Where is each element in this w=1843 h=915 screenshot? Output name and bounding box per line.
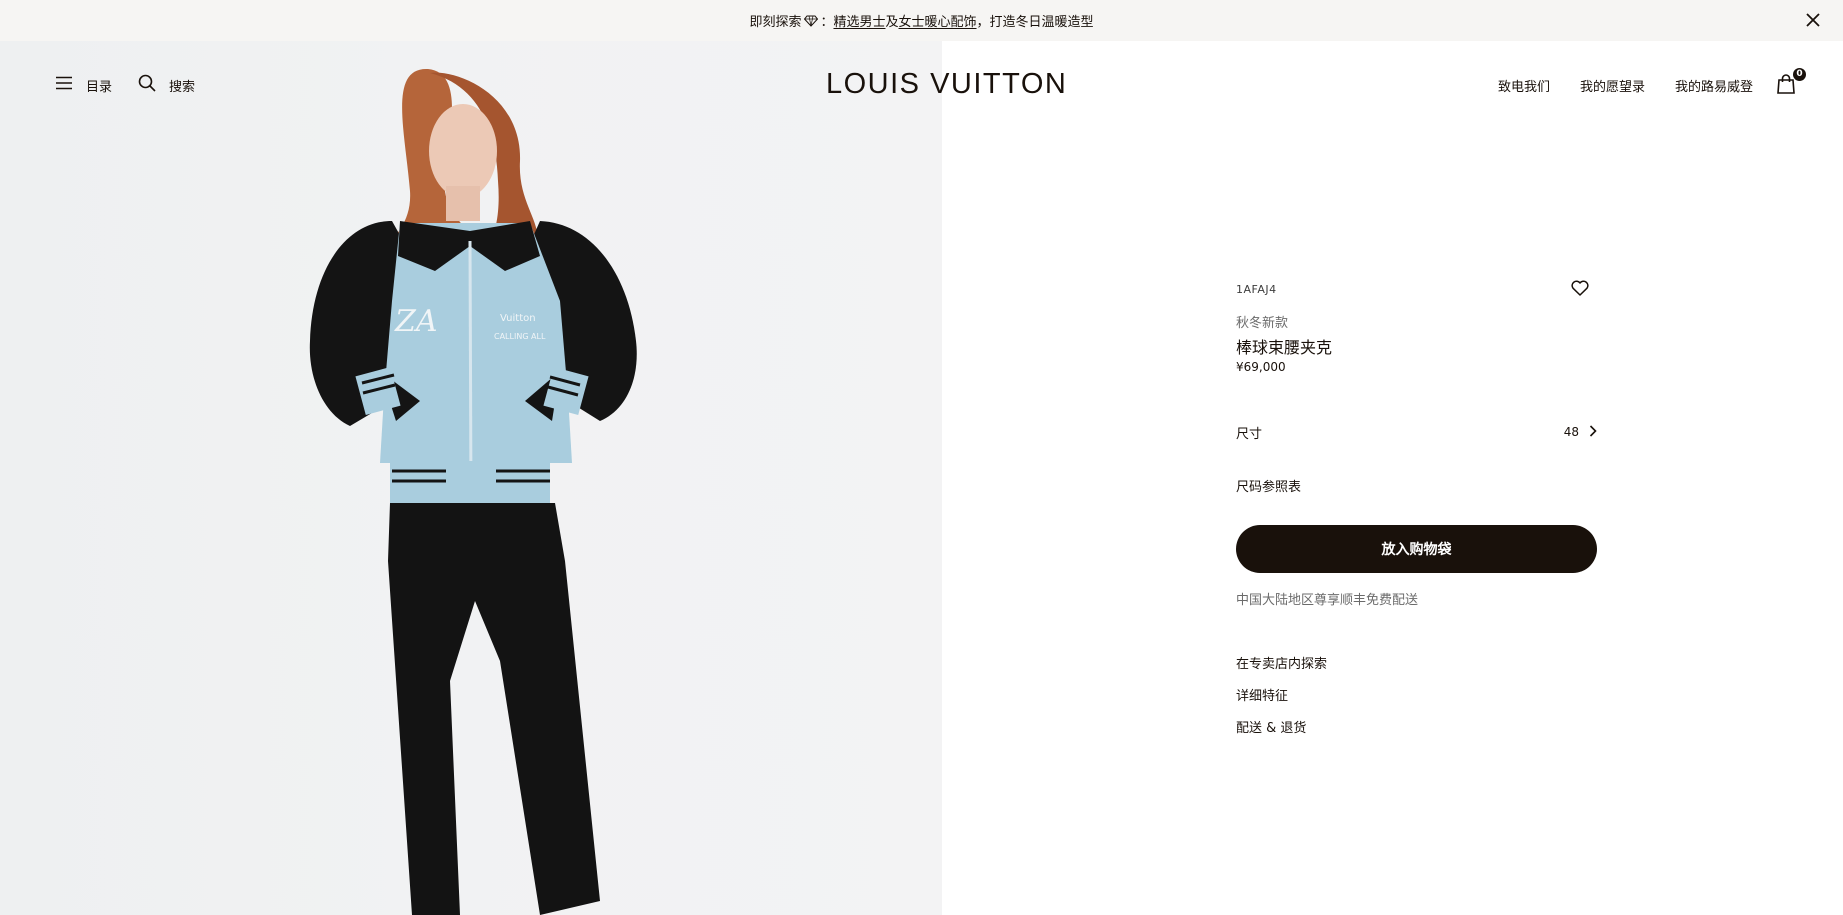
size-guide-link[interactable]: 尺码参照表 bbox=[1236, 476, 1301, 495]
announcement-prefix: 即刻探索 bbox=[749, 15, 802, 30]
announcement-link-men[interactable]: 精选男士 bbox=[833, 11, 885, 30]
product-sku: 1AFAJ4 bbox=[1236, 283, 1277, 296]
brand-logo[interactable]: LOUIS VUITTON bbox=[826, 68, 1066, 100]
product-tagline: 秋冬新款 bbox=[1236, 316, 1289, 331]
contact-link[interactable]: 致电我们 bbox=[1498, 76, 1550, 95]
model-illustration: ZA Vuitton CALLING ALL bbox=[309, 68, 637, 915]
shopping-bag-icon bbox=[1777, 74, 1795, 98]
gem-icon bbox=[804, 15, 819, 27]
wishlist-link[interactable]: 我的愿望录 bbox=[1580, 76, 1645, 95]
announcement-bar: 即刻探索 ： 精选男士 及 女士暖心配饰 ，打造冬日温暖造型 bbox=[0, 0, 1843, 41]
search-button[interactable]: 搜索 bbox=[138, 74, 195, 96]
link-find-in-store[interactable]: 在专卖店内探索 bbox=[1236, 656, 1327, 688]
shipping-note: 中国大陆地区尊享顺丰免费配送 bbox=[1236, 593, 1419, 608]
link-product-details[interactable]: 详细特征 bbox=[1236, 688, 1327, 720]
search-label: 搜索 bbox=[169, 79, 196, 95]
close-icon[interactable] bbox=[1803, 10, 1823, 30]
menu-button[interactable]: 目录 bbox=[55, 76, 112, 95]
header-right: 致电我们 我的愿望录 我的路易威登 0 bbox=[1468, 68, 1806, 98]
announcement-joiner: 及 bbox=[885, 15, 899, 30]
header-left: 目录 搜索 bbox=[55, 74, 221, 96]
search-icon bbox=[138, 74, 169, 96]
account-link[interactable]: 我的路易威登 bbox=[1675, 76, 1753, 95]
menu-label: 目录 bbox=[86, 79, 113, 95]
svg-text:ZA: ZA bbox=[394, 304, 438, 339]
add-to-bag-button[interactable]: 放入购物袋 bbox=[1236, 525, 1597, 573]
heart-icon[interactable] bbox=[1571, 280, 1589, 298]
chevron-right-icon bbox=[1589, 424, 1597, 440]
size-selector[interactable]: 尺寸 48 bbox=[1236, 422, 1597, 442]
announcement-suffix: ，打造冬日温暖造型 bbox=[976, 15, 1094, 30]
svg-text:Vuitton: Vuitton bbox=[500, 313, 536, 324]
bag-count-badge: 0 bbox=[1793, 68, 1806, 81]
link-delivery-returns[interactable]: 配送 & 退货 bbox=[1236, 720, 1327, 752]
hamburger-icon bbox=[55, 76, 86, 94]
svg-text:CALLING ALL: CALLING ALL bbox=[494, 332, 546, 341]
announcement-link-women[interactable]: 女士暖心配饰 bbox=[899, 11, 977, 30]
size-value: 48 bbox=[1563, 425, 1579, 439]
product-image[interactable]: ZA Vuitton CALLING ALL bbox=[0, 41, 942, 915]
product-name: 棒球束腰夹克 bbox=[1236, 338, 1333, 357]
size-label: 尺寸 bbox=[1236, 426, 1263, 442]
announcement-separator: ： bbox=[820, 15, 834, 30]
shopping-bag-button[interactable]: 0 bbox=[1777, 68, 1806, 98]
product-price: ¥69,000 bbox=[1236, 360, 1286, 374]
product-links: 在专卖店内探索 详细特征 配送 & 退货 bbox=[1236, 656, 1327, 752]
